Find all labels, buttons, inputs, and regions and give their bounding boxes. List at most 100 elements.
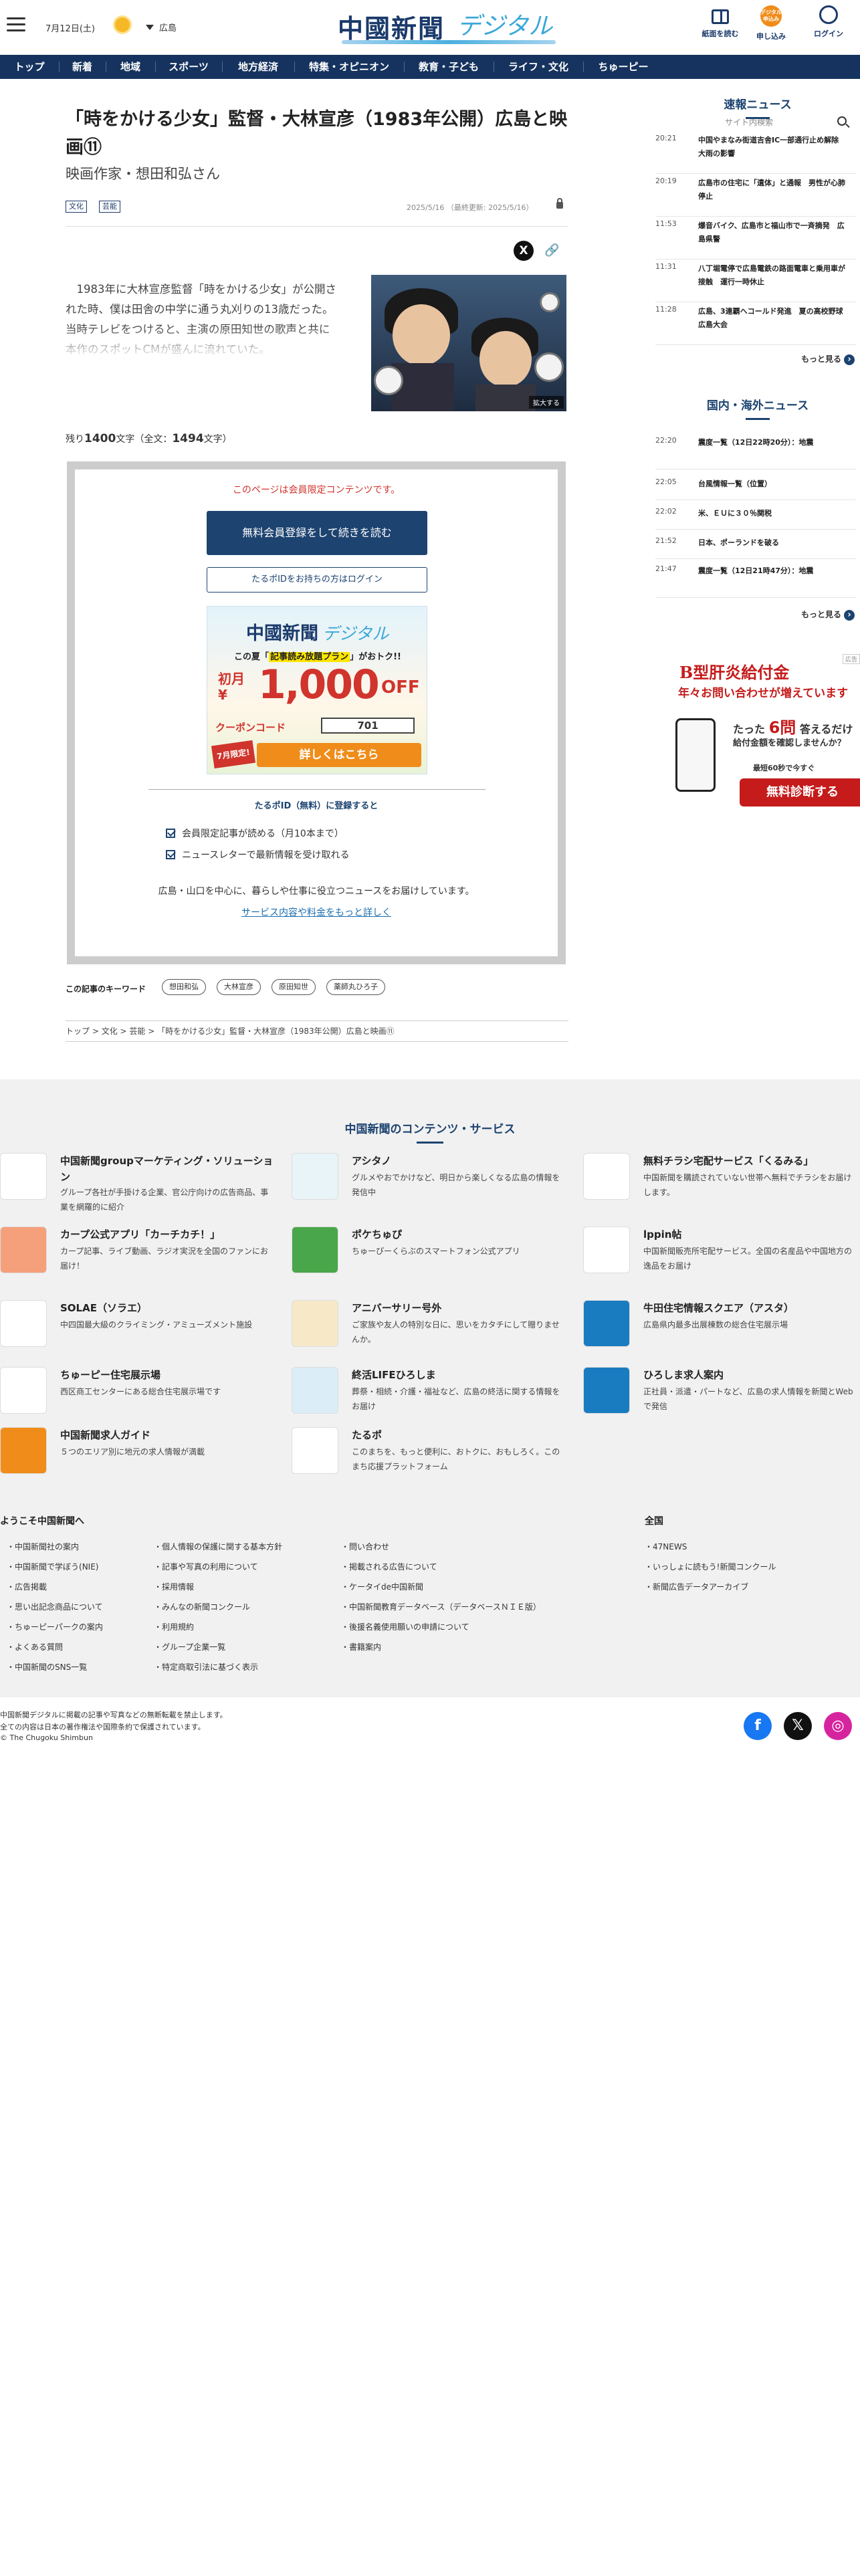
logo-main: 中國新聞 [338,13,445,43]
sidebar-ad[interactable]: 広告 B型肝炎給付金 年々お問い合わせが増えています たった 6問 答えるだけ … [666,654,860,829]
footer-link[interactable]: 中国新聞で学ぼう(NIE) [7,1561,98,1572]
nav-new[interactable]: 新着 [59,55,106,79]
keyword-tag[interactable]: 原田知世 [272,979,316,995]
x-share-icon[interactable]: X [514,241,534,261]
service-card[interactable]: 無料チラシ宅配サービス「くるみる」 中国新聞を購読されていない世帯へ無料でチラシを… [583,1153,851,1206]
service-card[interactable]: ひろしま求人案内 正社員・派遣・パートなど、広島の求人情報を新聞とWebで発信 [583,1367,853,1420]
service-thumb [0,1367,47,1414]
breadcrumb-item[interactable]: 文化 [102,1027,118,1036]
nav-region[interactable]: 地域 [106,55,155,79]
login-button[interactable]: ログイン [805,5,852,39]
news-item[interactable]: 20:19 広島市の住宅に「遺体」と通報 男性が心肺停止 [655,177,856,217]
instagram-icon[interactable]: ◎ [824,1712,852,1740]
sun-icon[interactable] [115,17,130,32]
zoom-label[interactable]: 拡大する [529,396,564,409]
service-desc: 葬祭・相続・介護・福祉など、広島の終活に関する情報をお届け [352,1387,560,1411]
news-item[interactable]: 11:31 八丁堀電停で広島電鉄の路面電車と乗用車が接触 運行一時休止 [655,262,856,302]
footer-link[interactable]: ケータイde中国新聞 [341,1581,423,1592]
service-card[interactable]: 中国新聞求人ガイド ５つのエリア別に地元の求人情報が満載 [0,1427,267,1481]
news-item[interactable]: 21:47 震度一覧（12日21時47分）：地震 [655,564,856,598]
site-header: 7月12日(土) 広島 中國新聞 デジタル 紙面を読む デジタル申込み 申し込み… [0,0,860,53]
footer-link[interactable]: 掲載される広告について [341,1561,437,1572]
tag-culture[interactable]: 文化 [66,201,87,213]
footer-link[interactable]: 特定商取引法に基づく表示 [154,1661,258,1673]
news-item[interactable]: 22:05 台風情報一覧（位置） [655,477,856,500]
footer-link[interactable]: 47NEWS [645,1541,687,1552]
breadcrumb-current: 「時をかける少女」監督・大林宣彦（1983年公開）広島と映画⑪ [157,1027,395,1036]
news-item[interactable]: 11:28 広島、3連覇へコールド発進 夏の高校野球広島大会 [655,305,856,345]
tag-entertainment[interactable]: 芸能 [99,201,120,213]
read-paper-button[interactable]: 紙面を読む [697,5,744,39]
keyword-tag[interactable]: 大林宣彦 [217,979,261,995]
footer-link[interactable]: グループ企業一覧 [154,1641,225,1652]
service-card[interactable]: ちゅーピー住宅展示場 西区商工センターにある総合住宅展示場です [0,1367,267,1420]
service-card[interactable]: ポケちゅぴ ちゅーぴーくらぶのスマートフォン公式アプリ [292,1226,559,1280]
nav-opinion[interactable]: 特集・オピニオン [294,55,404,79]
more-breaking-link[interactable]: もっと見る [801,353,855,365]
footer-link[interactable]: 新聞広告データアーカイブ [645,1581,748,1592]
paywall-box: このページは会員限定コンテンツです。 無料会員登録をして続きを読む たるポIDを… [67,461,566,964]
footer-link[interactable]: 採用情報 [154,1581,194,1592]
news-item[interactable]: 22:02 米、ＥＵに３０％関税 [655,507,856,530]
benefit-item: 会員限定記事が読める（月10本まで） [166,827,344,840]
service-card[interactable]: SOLAE（ソラエ） 中四国最大級のクライミング・アミューズメント施設 [0,1300,267,1354]
service-card[interactable]: カープ公式アプリ「カーチカチ！」 カープ記事、ライブ動画、ラジオ実況を全国のファン… [0,1226,268,1280]
article-photo[interactable]: 拡大する [371,275,566,411]
footer-link[interactable]: よくある質問 [7,1641,63,1652]
site-logo[interactable]: 中國新聞 デジタル [338,7,558,44]
footer-link[interactable]: 中国新聞教育データベース（データベースＮＩＥ版） [341,1601,541,1612]
breadcrumb-item[interactable]: トップ [66,1027,90,1036]
service-name: lppin帖 [643,1228,682,1241]
service-card[interactable]: 終活LIFEひろしま 葬祭・相続・介護・福祉など、広島の終活に関する情報をお届け [292,1367,560,1420]
service-card[interactable]: 牛田住宅情報スクエア（アスタ） 広島県内最多出展棟数の総合住宅展示場 [583,1300,851,1354]
footer-link[interactable]: 中国新聞社の案内 [7,1541,79,1552]
subscribe-button[interactable]: デジタル申込み 申し込み [748,5,794,41]
register-button[interactable]: 無料会員登録をして続きを読む [207,511,427,555]
service-card[interactable]: アニバーサリー号外 ご家族や友人の特別な日に、思いをカタチにして贈りませんか。 [292,1300,560,1354]
facebook-icon[interactable]: f [744,1712,772,1740]
footer-link[interactable]: ちゅーピーパークの案内 [7,1621,103,1632]
area-selector[interactable]: 広島 [146,21,177,33]
news-item[interactable]: 11:53 爆音バイク、広島市と福山市で一斉摘発 広島県警 [655,219,856,259]
nav-chupy[interactable]: ちゅーピー [583,55,663,79]
keyword-tag[interactable]: 想田和弘 [162,979,206,995]
nav-education[interactable]: 教育・子ども [404,55,494,79]
article-title: 「時をかける少女」監督・大林宣彦（1983年公開）広島と映画⑪ [66,109,568,158]
footer-link[interactable]: みんなの新聞コンクール [154,1601,250,1612]
nav-top[interactable]: トップ [0,55,59,79]
footer-link[interactable]: いっしょに読もう!新聞コンクール [645,1561,776,1572]
breadcrumb-item[interactable]: 芸能 [129,1027,145,1036]
footer-link[interactable]: 記事や写真の利用について [154,1561,258,1572]
news-item[interactable]: 21:52 日本、ポーランドを破る [655,536,856,559]
footer-link[interactable]: 書籍案内 [341,1641,381,1652]
service-card[interactable]: たるポ このまちを、もっと便利に、おトクに、おもしろく。このまち応援プラットフォー… [292,1427,560,1481]
nav-life-culture[interactable]: ライフ・文化 [494,55,583,79]
campaign-banner[interactable]: 中國新聞 デジタル この夏「 記事読み放題プラン 」がおトク!! 初月 ¥ 1,000 … [207,606,427,774]
nav-sports[interactable]: スポーツ [155,55,222,79]
footer-link[interactable]: 後援名義使用願いの申請について [341,1621,469,1632]
news-item[interactable]: 20:21 中国やまなみ街道吉舎IC一部通行止め解除 大雨の影響 [655,134,856,174]
taruppo-login-button[interactable]: たるポIDをお持ちの方はログイン [207,567,427,593]
banner-cta-button[interactable]: 詳しくはこちら [257,743,421,767]
keyword-tag[interactable]: 薬師丸ひろ子 [326,979,385,995]
news-item[interactable]: 22:20 震度一覧（12日22時20分）：地震 [655,436,856,469]
hamburger-menu-icon[interactable] [7,17,25,33]
check-icon [166,829,175,838]
service-card[interactable]: アシタノ グルメやおでかけなど、明日から楽しくなる広島の情報を発信中 [292,1153,560,1206]
footer-link[interactable]: 問い合わせ [341,1541,389,1552]
copy-link-icon[interactable]: 🔗 [544,243,559,258]
x-icon[interactable]: 𝕏 [784,1712,812,1740]
ad-cta-button[interactable]: 無料診断する [740,778,860,807]
footer-link[interactable]: 中国新聞のSNS一覧 [7,1661,87,1673]
footer-link[interactable]: 利用規約 [154,1621,194,1632]
service-name: 牛田住宅情報スクエア（アスタ） [643,1302,794,1314]
more-national-link[interactable]: もっと見る [801,609,855,621]
service-desc: ちゅーぴーくらぶのスマートフォン公式アプリ [352,1247,520,1256]
footer-link[interactable]: 広告掲載 [7,1581,47,1592]
footer-link[interactable]: 個人情報の保護に関する基本方針 [154,1541,282,1552]
nav-economy[interactable]: 地方経済 [222,55,294,79]
service-detail-link[interactable]: サービス内容や料金をもっと詳しく [75,905,558,919]
service-card[interactable]: 中国新聞groupマーケティング・ソリューション グループ各社が手掛ける企業、官公… [0,1153,273,1212]
footer-link[interactable]: 思い出記念商品について [7,1601,103,1612]
service-card[interactable]: lppin帖 中国新聞販売所宅配サービス。全国の名産品や中国地方の逸品をお届け [583,1226,852,1280]
